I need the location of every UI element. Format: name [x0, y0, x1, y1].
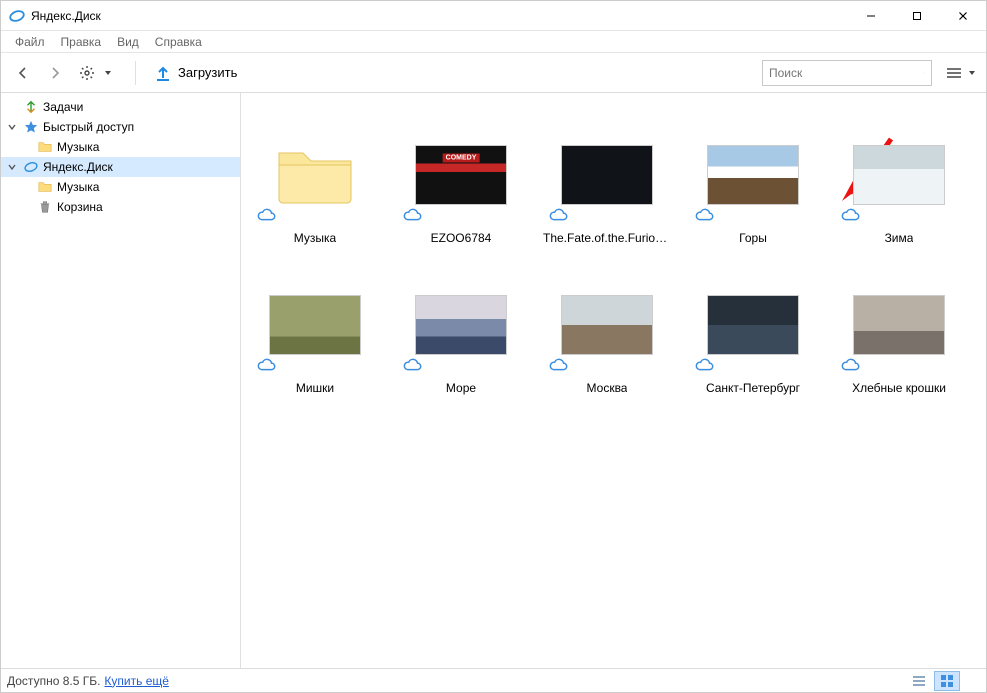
- thumbnail: [689, 263, 817, 355]
- upload-label: Загрузить: [178, 65, 237, 80]
- file-item[interactable]: Зима: [835, 113, 963, 245]
- file-name: Мишки: [296, 381, 334, 395]
- search-icon: [924, 66, 925, 80]
- file-item[interactable]: Хлебные крошки: [835, 263, 963, 395]
- thumbnail: [543, 263, 671, 355]
- file-name: Горы: [739, 231, 767, 245]
- sidebar-label-yadisk: Яндекс.Диск: [43, 160, 113, 174]
- chevron-down-icon[interactable]: [5, 122, 19, 132]
- sidebar-label-quick-music: Музыка: [57, 140, 99, 154]
- thumbnail: [397, 263, 525, 355]
- folder-icon: [37, 139, 53, 155]
- menu-file[interactable]: Файл: [7, 33, 53, 51]
- file-item[interactable]: Море: [397, 263, 525, 395]
- view-icons-button[interactable]: [934, 671, 960, 691]
- sidebar-label-quick: Быстрый доступ: [43, 120, 134, 134]
- view-mode-dropdown[interactable]: [944, 62, 978, 84]
- thumbnail: [689, 113, 817, 205]
- settings-caret[interactable]: [101, 69, 115, 77]
- file-item[interactable]: EZOO6784: [397, 113, 525, 245]
- search-input[interactable]: [769, 66, 924, 80]
- window-controls: [848, 1, 986, 31]
- menu-help[interactable]: Справка: [147, 33, 210, 51]
- search-box[interactable]: [762, 60, 932, 86]
- cloud-status-icon: [543, 207, 671, 225]
- sidebar-item-tasks[interactable]: Задачи: [1, 97, 240, 117]
- file-name: EZOO6784: [431, 231, 492, 245]
- minimize-button[interactable]: [848, 1, 894, 31]
- sidebar-item-trash[interactable]: Корзина: [1, 197, 240, 217]
- status-available: Доступно 8.5 ГБ.: [7, 674, 100, 688]
- menu-edit[interactable]: Правка: [53, 33, 110, 51]
- thumbnail: [543, 113, 671, 205]
- status-bar: Доступно 8.5 ГБ. Купить ещё: [1, 668, 986, 692]
- maximize-button[interactable]: [894, 1, 940, 31]
- toolbar-separator: [135, 61, 136, 85]
- folder-icon: [37, 179, 53, 195]
- file-item[interactable]: Музыка: [251, 113, 379, 245]
- list-view-icon: [944, 62, 966, 84]
- chevron-down-icon[interactable]: [5, 162, 19, 172]
- cloud-status-icon: [689, 207, 817, 225]
- sidebar-item-quick-access[interactable]: Быстрый доступ: [1, 117, 240, 137]
- sidebar-item-yadisk-music[interactable]: Музыка: [1, 177, 240, 197]
- view-mode-caret[interactable]: [966, 69, 978, 77]
- file-name: Санкт-Петербург: [706, 381, 800, 395]
- file-name: Москва: [587, 381, 628, 395]
- file-item[interactable]: Горы: [689, 113, 817, 245]
- file-item[interactable]: Мишки: [251, 263, 379, 395]
- window-title: Яндекс.Диск: [31, 9, 101, 23]
- sidebar-label-tasks: Задачи: [43, 100, 83, 114]
- thumbnail: [397, 113, 525, 205]
- back-button[interactable]: [9, 59, 37, 87]
- cloud-status-icon: [835, 357, 963, 375]
- file-name: The.Fate.of.the.Furious.2...: [543, 231, 671, 245]
- buy-more-link[interactable]: Купить ещё: [104, 674, 169, 688]
- view-details-button[interactable]: [906, 671, 932, 691]
- title-bar: Яндекс.Диск: [1, 1, 986, 31]
- tasks-icon: [23, 99, 39, 115]
- file-item[interactable]: Москва: [543, 263, 671, 395]
- cloud-status-icon: [689, 357, 817, 375]
- star-icon: [23, 119, 39, 135]
- file-name: Музыка: [294, 231, 336, 245]
- thumbnail: [251, 113, 379, 205]
- menu-view[interactable]: Вид: [109, 33, 147, 51]
- sidebar: Задачи Быстрый доступ Музыка Яндекс.Диск…: [1, 93, 241, 668]
- file-name: Зима: [885, 231, 914, 245]
- forward-button[interactable]: [41, 59, 69, 87]
- cloud-status-icon: [835, 207, 963, 225]
- upload-button[interactable]: Загрузить: [148, 58, 243, 88]
- file-name: Море: [446, 381, 476, 395]
- file-item[interactable]: Санкт-Петербург: [689, 263, 817, 395]
- cloud-status-icon: [397, 357, 525, 375]
- toolbar: Загрузить: [1, 53, 986, 93]
- close-button[interactable]: [940, 1, 986, 31]
- file-name: Хлебные крошки: [852, 381, 946, 395]
- cloud-status-icon: [397, 207, 525, 225]
- cloud-status-icon: [543, 357, 671, 375]
- file-item[interactable]: The.Fate.of.the.Furious.2...: [543, 113, 671, 245]
- thumbnail: [835, 263, 963, 355]
- yandex-disk-icon: [23, 159, 39, 175]
- settings-button[interactable]: [73, 59, 101, 87]
- thumbnail: [835, 113, 963, 205]
- sidebar-item-quick-music[interactable]: Музыка: [1, 137, 240, 157]
- app-icon: [9, 8, 25, 24]
- cloud-status-icon: [251, 207, 379, 225]
- content-area: Музыка EZOO6784 The.Fate.of.the.Furious.2.…: [241, 93, 986, 668]
- cloud-status-icon: [251, 357, 379, 375]
- thumbnail: [251, 263, 379, 355]
- sidebar-item-yandex-disk[interactable]: Яндекс.Диск: [1, 157, 240, 177]
- sidebar-label-trash: Корзина: [57, 200, 103, 214]
- menu-bar: Файл Правка Вид Справка: [1, 31, 986, 53]
- sidebar-label-yadisk-music: Музыка: [57, 180, 99, 194]
- trash-icon: [37, 199, 53, 215]
